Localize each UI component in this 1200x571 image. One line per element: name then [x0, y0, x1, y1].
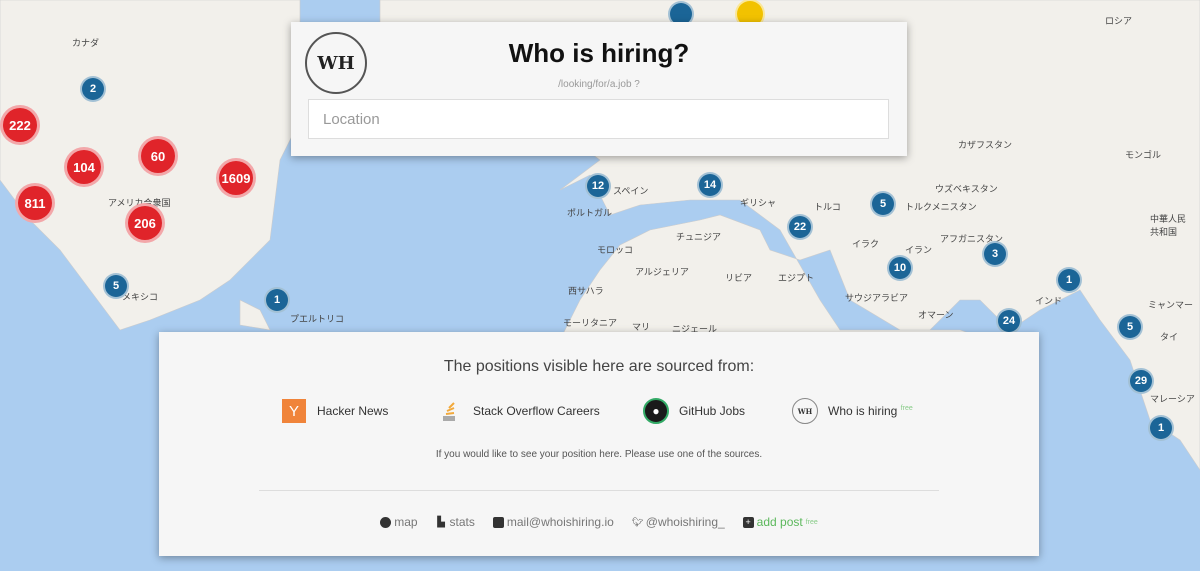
map-label: イラク: [852, 239, 880, 249]
source-hacker-news[interactable]: Y Hacker News: [281, 398, 388, 424]
job-cluster[interactable]: 1: [264, 287, 290, 313]
map-label: イラン: [905, 245, 933, 255]
mail-icon: [492, 516, 504, 528]
mail-link[interactable]: mail@whoishiring.io: [492, 515, 614, 529]
map-label: チュニジア: [676, 232, 722, 242]
job-cluster[interactable]: 12: [585, 173, 611, 199]
map-label: トルコ: [814, 202, 841, 212]
bar-chart-icon: ▙: [437, 516, 445, 528]
job-cluster[interactable]: 1609: [216, 158, 256, 198]
map-label: モーリタニア: [563, 318, 618, 328]
map-label: モロッコ: [597, 245, 634, 255]
hacker-news-icon: Y: [281, 398, 307, 424]
plus-icon: +: [742, 516, 754, 528]
job-cluster[interactable]: 1: [1148, 415, 1174, 441]
footer-links: map ▙ stats mail@whoishiring.io 🐦︎ @whoish…: [159, 515, 1039, 529]
job-cluster[interactable]: 206: [125, 203, 165, 243]
map-label: ミャンマー: [1148, 300, 1194, 310]
job-cluster[interactable]: 29: [1128, 368, 1154, 394]
map-label: スペイン: [613, 186, 649, 196]
map-label: オマーン: [918, 310, 954, 320]
page-title: Who is hiring?: [508, 38, 690, 68]
map-label: マレーシア: [1150, 394, 1195, 404]
twitter-link[interactable]: 🐦︎ @whoishiring_: [632, 515, 725, 529]
map-label: 中華人民共和国: [1150, 214, 1187, 237]
whoishiring-icon: WH: [792, 398, 818, 424]
map-label: リビア: [725, 273, 753, 283]
stats-link[interactable]: ▙ stats: [436, 515, 475, 529]
sources-panel: The positions visible here are sourced f…: [159, 332, 1039, 556]
divider: [259, 490, 939, 491]
job-cluster[interactable]: 5: [1117, 314, 1143, 340]
job-cluster[interactable]: 811: [15, 183, 55, 223]
search-panel: WH Who is hiring? /looking/for/a.job ?: [291, 22, 907, 156]
source-label: Hacker News: [317, 404, 389, 418]
stack-overflow-icon: [437, 398, 463, 424]
source-who-is-hiring[interactable]: WH Who is hiring free: [792, 398, 913, 424]
map-label: ギリシャ: [740, 198, 777, 208]
add-post-link[interactable]: + add post free: [742, 515, 818, 529]
map-link[interactable]: map: [380, 515, 418, 529]
job-cluster[interactable]: 1: [1056, 267, 1082, 293]
job-cluster[interactable]: 22: [787, 214, 813, 240]
sources-title: The positions visible here are sourced f…: [443, 358, 755, 375]
job-cluster[interactable]: 2: [80, 76, 106, 102]
job-cluster[interactable]: 5: [870, 191, 896, 217]
globe-icon: [380, 516, 392, 528]
map-label: モンゴル: [1125, 150, 1162, 160]
job-cluster[interactable]: 3: [982, 241, 1008, 267]
job-cluster[interactable]: 5: [103, 273, 129, 299]
map-label: エジプト: [778, 273, 815, 283]
map-label: プエルトリコ: [290, 314, 345, 324]
job-cluster[interactable]: 60: [138, 136, 178, 176]
map-label: カザフスタン: [958, 140, 1013, 150]
source-stack-overflow[interactable]: Stack Overflow Careers: [437, 398, 600, 424]
source-label: Stack Overflow Careers: [473, 404, 600, 418]
job-cluster[interactable]: 10: [887, 255, 913, 281]
github-icon: ●: [643, 398, 669, 424]
map-label: 西サハラ: [568, 286, 604, 296]
map-label: ウズベキスタン: [935, 184, 998, 194]
sources-note: If you would like to see your position h…: [435, 449, 763, 460]
map-label: インド: [1035, 296, 1063, 306]
location-input[interactable]: [308, 99, 889, 139]
source-label: Who is hiring free: [828, 404, 913, 418]
page-subtitle: /looking/for/a.job ?: [558, 79, 640, 90]
map-label: ロシア: [1105, 16, 1133, 26]
twitter-icon: 🐦︎: [631, 516, 644, 527]
job-cluster[interactable]: 222: [0, 105, 40, 145]
map-label: カナダ: [72, 38, 100, 48]
map-label: サウジアラビア: [845, 293, 909, 303]
job-cluster[interactable]: 14: [697, 172, 723, 198]
map-label: トルクメニスタン: [905, 202, 977, 212]
map-label: ポルトガル: [567, 208, 613, 218]
map-label: タイ: [1160, 332, 1179, 342]
source-github-jobs[interactable]: ● GitHub Jobs: [643, 398, 745, 424]
map-label: アルジェリア: [635, 267, 689, 277]
job-cluster[interactable]: 24: [996, 308, 1022, 334]
source-label: GitHub Jobs: [679, 404, 746, 418]
job-cluster[interactable]: 104: [64, 147, 104, 187]
